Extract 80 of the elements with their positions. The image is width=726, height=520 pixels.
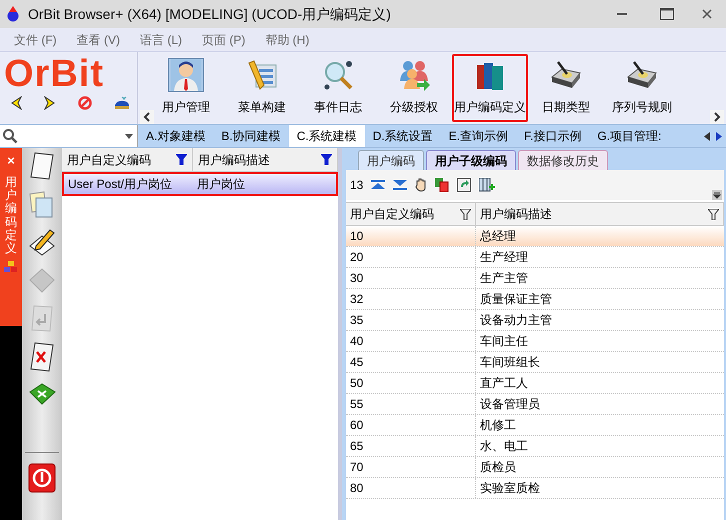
detail-tab[interactable]: 用户编码	[358, 150, 424, 170]
logo: OrBit	[4, 54, 104, 94]
toolbar-button[interactable]: 用户管理	[148, 54, 224, 122]
menu-item[interactable]: 文件 (F)	[14, 30, 57, 48]
excel-export-icon[interactable]	[28, 382, 56, 406]
toolbar-button[interactable]: 用户编码定义	[452, 54, 528, 122]
filter-icon[interactable]	[176, 154, 187, 165]
refresh-icon[interactable]	[457, 178, 472, 192]
toolbar-button[interactable]: 事件日志	[300, 54, 376, 122]
module-tab[interactable]: B.协同建模	[213, 125, 289, 147]
module-tab[interactable]: D.系统设置	[364, 125, 441, 147]
copy-icon[interactable]	[435, 178, 450, 192]
menu-item[interactable]: 页面 (P)	[202, 30, 246, 48]
module-tab[interactable]: E.查询示例	[440, 125, 516, 147]
module-tab[interactable]: F.接口示例	[516, 125, 590, 147]
stop-icon[interactable]	[78, 96, 92, 110]
magnifier-icon	[322, 59, 354, 91]
hand-icon[interactable]	[415, 178, 428, 192]
column-header[interactable]: 用户自定义编码	[62, 148, 193, 171]
table-row[interactable]: 35 设备动力主管	[346, 310, 724, 331]
power-exit-icon[interactable]	[28, 463, 56, 493]
toolbar-button[interactable]: 序列号规则	[604, 54, 680, 122]
column-header[interactable]: 用户编码描述	[476, 203, 724, 225]
toolbar-button[interactable]: 菜单构建	[224, 54, 300, 122]
table-row[interactable]: 32 质量保证主管	[346, 289, 724, 310]
new-document-icon[interactable]	[29, 152, 55, 180]
menu-item[interactable]: 语言 (L)	[140, 30, 182, 48]
pencil-list-icon	[246, 59, 278, 91]
scroll-right-button[interactable]	[710, 110, 724, 124]
module-tab[interactable]: C.系统建模	[288, 125, 365, 147]
back-arrow-icon[interactable]	[10, 96, 22, 110]
cubes-icon	[4, 261, 18, 274]
search-icon	[2, 128, 18, 144]
table-row[interactable]: 70 质检员	[346, 457, 724, 478]
table-row[interactable]: 50 直产工人	[346, 373, 724, 394]
detail-tab[interactable]: 数据修改历史	[518, 150, 608, 170]
menu-item[interactable]: 查看 (V)	[76, 30, 120, 48]
edit-pencil-icon[interactable]	[28, 228, 56, 256]
table-row[interactable]: 30 生产主管	[346, 268, 724, 289]
dropdown-arrow-icon[interactable]	[125, 134, 133, 138]
overflow-icon[interactable]	[712, 190, 722, 200]
add-column-icon[interactable]	[479, 178, 496, 192]
tab-scroll-right-icon[interactable]	[716, 132, 722, 140]
disk-drive-icon	[550, 59, 582, 91]
search-field[interactable]	[0, 125, 138, 147]
window-title: OrBit Browser+ (X64) [MODELING] (UCOD-用户编码定义)	[28, 4, 391, 24]
person-icon	[171, 59, 201, 91]
record-count: 13	[350, 177, 364, 194]
filter-icon[interactable]	[321, 154, 332, 165]
detail-tab[interactable]: 用户子级编码	[426, 150, 516, 170]
column-header[interactable]: 用户编码描述	[193, 148, 338, 171]
toolbar-button[interactable]: 分级授权	[376, 54, 452, 122]
table-row[interactable]: 60 机修工	[346, 415, 724, 436]
table-row[interactable]: 55 设备管理员	[346, 394, 724, 415]
table-row[interactable]: 10 总经理	[346, 226, 724, 247]
app-icon	[6, 6, 20, 22]
delete-document-icon[interactable]	[29, 342, 55, 372]
tab-scroll-left-icon[interactable]	[704, 132, 710, 140]
table-row[interactable]: 65 水、电工	[346, 436, 724, 457]
column-header[interactable]: 用户自定义编码	[346, 203, 476, 225]
table-row[interactable]: 45 车间班组长	[346, 352, 724, 373]
maximize-button[interactable]	[660, 8, 674, 20]
users-icon	[397, 59, 431, 91]
forward-arrow-icon[interactable]	[44, 96, 56, 110]
module-tab[interactable]: G.项目管理:	[589, 125, 670, 147]
table-row[interactable]: 20 生产经理	[346, 247, 724, 268]
filter-icon[interactable]	[460, 208, 471, 220]
move-top-icon[interactable]	[371, 180, 386, 190]
table-row[interactable]: User Post/用户岗位 用户岗位	[62, 172, 338, 196]
table-row[interactable]: 80 实验室质检	[346, 478, 724, 499]
move-bottom-icon[interactable]	[393, 180, 408, 190]
scroll-left-button[interactable]	[140, 110, 154, 124]
close-button[interactable]	[702, 9, 712, 19]
filter-icon[interactable]	[708, 208, 719, 220]
table-row[interactable]: 40 车间主任	[346, 331, 724, 352]
side-tab[interactable]: × 用户编码定义	[0, 148, 22, 326]
toolbar-button[interactable]: 日期类型	[528, 54, 604, 122]
module-tab[interactable]: A.对象建模	[138, 125, 214, 147]
disk-drive-icon	[626, 59, 658, 91]
menu-item[interactable]: 帮助 (H)	[265, 30, 310, 48]
